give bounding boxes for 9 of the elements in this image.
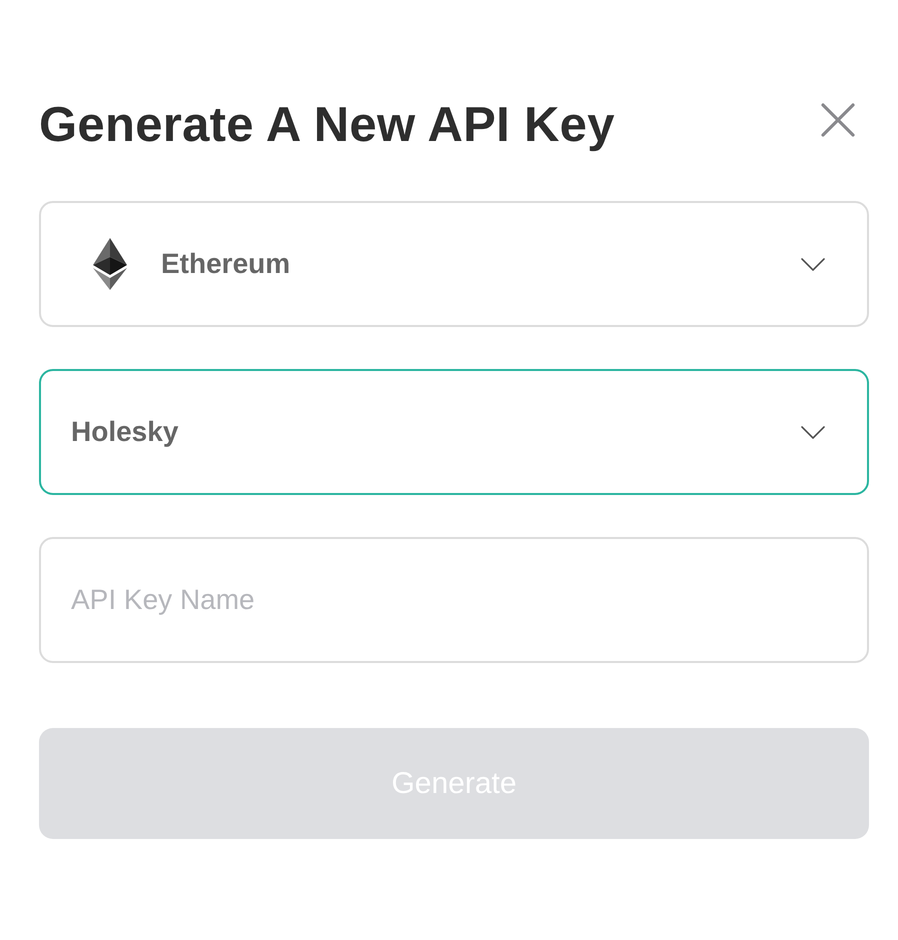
diamond-logo-icon: [93, 238, 127, 290]
network-select[interactable]: Holesky: [39, 369, 869, 495]
name-field[interactable]: API Key Name: [39, 537, 869, 663]
close-icon: [821, 103, 855, 137]
chevron-down-icon: [801, 258, 825, 270]
dialog-title: Generate A New API Key: [39, 97, 615, 154]
chain-select[interactable]: Ethereum: [39, 201, 869, 327]
close-button[interactable]: [821, 103, 855, 137]
chevron-down-icon: [801, 426, 825, 438]
